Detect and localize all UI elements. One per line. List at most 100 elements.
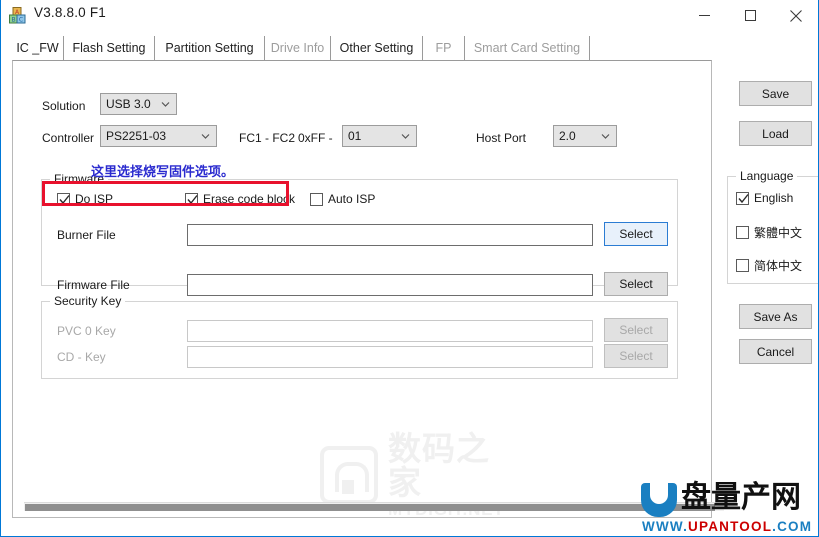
load-button[interactable]: Load [739,121,812,146]
host-port-combobox[interactable]: 2.0 [553,125,617,147]
maximize-icon [744,10,756,21]
firmware-file-input[interactable] [187,274,593,296]
cd-key-select-button: Select [604,344,668,368]
tab-label: IC _FW [16,41,59,55]
checkbox-language-traditional-chinese[interactable]: 繁體中文 [736,224,802,241]
tab-drive-info[interactable]: Drive Info [265,36,331,60]
firmware-group: Firmware Do ISP Erase code block Auto IS… [41,172,678,296]
fc-prefix-label: 0xFF - [298,131,333,145]
solution-label: Solution [42,99,86,113]
checkbox-label: English [754,191,794,205]
watermark-home-icon [320,446,378,504]
horizontal-scrollbar[interactable] [24,502,724,511]
checkbox-box [736,191,749,205]
check-icon [738,193,749,203]
close-button[interactable] [773,0,818,31]
minimize-button[interactable] [681,0,727,31]
app-blocks-icon: A B C [9,7,26,24]
cancel-button[interactable]: Cancel [739,339,812,364]
fc-value: 01 [348,129,362,143]
checkbox-do-isp[interactable]: Do ISP [57,192,113,206]
close-icon [790,9,802,22]
watermark-cn-text: 数码之家 [388,428,490,502]
save-as-button[interactable]: Save As [739,304,812,329]
annotation-note: 这里选择烧写固件选项。 [91,165,235,180]
tab-label: Flash Setting [72,41,146,55]
tab-fp[interactable]: FP [423,36,465,60]
chevron-down-icon [201,134,210,139]
checkbox-label: 繁體中文 [754,226,803,240]
minimize-icon [698,15,710,16]
tab-other-setting[interactable]: Other Setting [331,36,423,60]
pvc-key-select-button: Select [604,318,668,342]
window-title: V3.8.8.0 F1 [34,5,106,20]
check-icon [187,194,198,204]
checkbox-label: Do ISP [75,192,114,206]
tab-flash-setting[interactable]: Flash Setting [64,36,155,60]
button-label: Save As [753,309,798,324]
svg-text:B: B [11,17,15,24]
tab-label: Smart Card Setting [473,41,581,55]
save-button[interactable]: Save [739,81,812,106]
host-port-value: 2.0 [559,129,576,143]
tab-panel-ic-fw: Solution USB 3.0 Controller PS2251-03 FC… [12,60,724,518]
firmware-file-select-button[interactable]: Select [604,272,668,296]
chevron-down-icon [601,134,610,139]
burner-file-select-button[interactable]: Select [604,222,668,246]
logo-u-icon [641,482,677,517]
controller-value: PS2251-03 [106,129,167,143]
checkbox-language-simplified-chinese[interactable]: 简体中文 [736,257,802,274]
tab-label: FP [435,41,452,55]
solution-combobox[interactable]: USB 3.0 [100,93,177,115]
watermark-mydigit: 数码之家 MYDIGIT.NET [320,431,520,518]
checkbox-label: Auto ISP [328,192,376,206]
checkbox-language-english[interactable]: English [736,191,793,205]
tab-label: Other Setting [339,41,414,55]
cd-key-input [187,346,593,368]
tab-smart-card-setting[interactable]: Smart Card Setting [465,36,590,60]
tab-strip: IC _FW Flash Setting Partition Setting D… [12,36,712,60]
svg-text:C: C [19,17,23,24]
firmware-file-label: Firmware File [57,278,130,292]
button-label: Select [619,323,653,337]
pvc-key-input [187,320,593,342]
host-port-label: Host Port [476,131,527,145]
security-key-group: Security Key PVC 0 Key Select CD - Key S… [41,294,678,379]
button-label: Save [761,86,790,101]
title-bar: A B C V3.8.8.0 F1 [1,0,818,31]
controller-combobox[interactable]: PS2251-03 [100,125,217,147]
logo-cn-text: 盘量产网 [681,480,801,515]
cd-key-label: CD - Key [57,350,106,364]
scrollbar-thumb[interactable] [25,504,715,511]
button-label: Select [619,277,653,291]
checkbox-box [57,192,70,206]
security-key-group-title: Security Key [50,294,126,308]
checkbox-box [736,226,749,239]
fc-range-label: FC1 - FC2 [239,131,296,145]
tab-partition-setting[interactable]: Partition Setting [155,36,265,60]
logo-url-prefix: WWW. [642,519,689,534]
fc-value-combobox[interactable]: 01 [342,125,417,147]
button-label: Load [762,126,789,141]
controller-label: Controller [42,131,95,145]
pvc-key-label: PVC 0 Key [57,324,116,338]
checkbox-erase-code-block[interactable]: Erase code block [185,192,295,206]
tab-label: Partition Setting [165,41,254,55]
checkbox-auto-isp[interactable]: Auto ISP [310,192,375,206]
logo-url-text: WWW.UPANTOOL.COM [642,519,812,534]
button-label: Select [619,227,653,241]
check-icon [59,194,70,204]
checkbox-label: 简体中文 [754,259,803,273]
logo-url-suffix: .COM [772,519,813,534]
checkbox-box [185,192,198,206]
chevron-down-icon [401,134,410,139]
maximize-button[interactable] [727,0,773,31]
button-label: Select [619,349,653,363]
checkbox-box [736,259,749,272]
burner-file-input[interactable] [187,224,593,246]
chevron-down-icon [161,102,170,107]
checkbox-box [310,192,323,206]
button-label: Cancel [756,344,795,359]
tab-ic-fw[interactable]: IC _FW [12,36,64,60]
tab-label: Drive Info [270,41,325,55]
